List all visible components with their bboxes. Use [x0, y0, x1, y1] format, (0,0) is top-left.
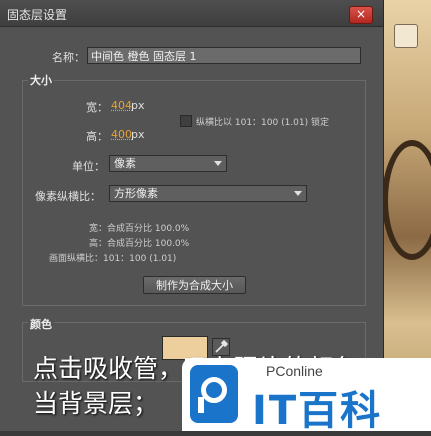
height-label: 高：: [86, 130, 108, 143]
chevron-down-icon: [294, 191, 302, 196]
size-section-title: 大小: [28, 72, 54, 88]
pixel-aspect-select[interactable]: 方形像素: [109, 185, 307, 202]
units-select[interactable]: 像素: [109, 155, 227, 172]
caption-line-2: 当背景层；: [33, 389, 159, 418]
name-label: 名称：: [52, 51, 85, 64]
wheel-graphic: [382, 140, 431, 260]
dialog-title: 固态层设置: [7, 8, 68, 22]
socket-graphic: [394, 24, 418, 48]
magnifier-icon: [190, 365, 238, 423]
lock-aspect-label: 纵横比以 101：100 (1.01) 锁定: [196, 118, 330, 128]
width-value[interactable]: 404: [111, 99, 132, 112]
height-value[interactable]: 400: [111, 128, 132, 141]
info-height: 高：合成百分比 100.0%: [89, 239, 190, 249]
units-label: 单位：: [72, 160, 105, 173]
info-width: 宽：合成百分比 100.0%: [89, 224, 190, 234]
dialog-titlebar: 固态层设置 ×: [0, 0, 383, 27]
watermark-brand: PConline: [266, 363, 323, 379]
info-frame-aspect: 画面纵横比：101：100 (1.01): [49, 254, 177, 264]
make-comp-size-button[interactable]: 制作为合成大小: [143, 276, 246, 294]
watermark-logo: PConline IT百科: [182, 358, 431, 434]
pixel-aspect-value: 方形像素: [114, 187, 158, 200]
width-unit: px: [131, 99, 145, 112]
checkbox-icon[interactable]: [180, 115, 192, 127]
units-value: 像素: [114, 157, 136, 170]
chevron-down-icon: [214, 161, 222, 166]
height-unit: px: [131, 128, 145, 141]
magnifier-ring: [201, 377, 227, 403]
width-label: 宽：: [86, 101, 108, 114]
watermark-text: IT百科: [252, 388, 383, 434]
close-icon: ×: [355, 7, 367, 21]
close-button[interactable]: ×: [349, 6, 373, 24]
name-input[interactable]: 中间色 橙色 固态层 1: [87, 47, 361, 64]
pixel-aspect-label: 像素纵横比：: [35, 190, 101, 203]
color-section-title: 颜色: [28, 316, 54, 332]
magnifier-handle: [198, 397, 204, 413]
